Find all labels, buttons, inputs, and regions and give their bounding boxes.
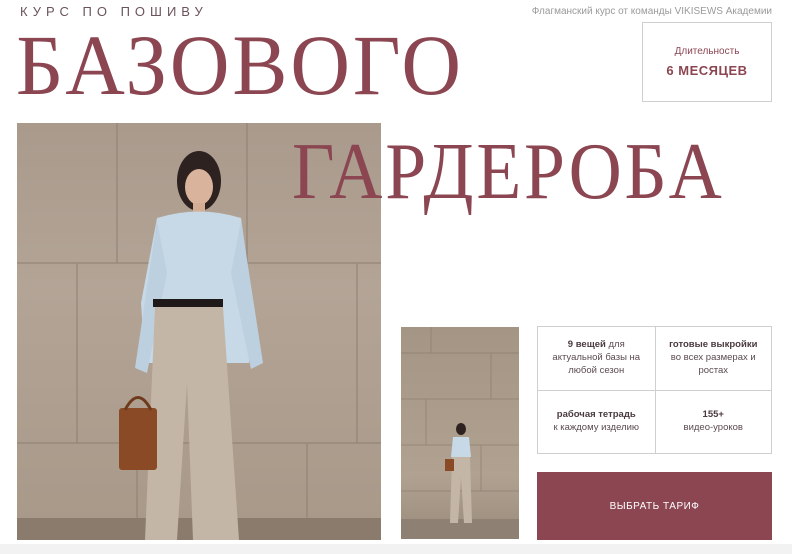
duration-label: Длительность — [674, 46, 740, 57]
feature-items-count-inline: для — [605, 339, 625, 351]
hero-title-line1: БАЗОВОГО — [16, 17, 464, 113]
feature-items-count-heading: 9 вещей для — [568, 339, 625, 352]
secondary-photo-model — [401, 327, 519, 539]
feature-items-count-text: актуальной базы на любой сезон — [552, 352, 641, 376]
feature-workbook-bold: рабочая тетрадь — [556, 409, 636, 421]
course-tagline: Флагманский курс от команды VIKISEWS Ака… — [531, 6, 772, 17]
hero-title-line2: ГАРДЕРОБА — [292, 128, 725, 216]
duration-box: Длительность 6 МЕСЯЦЕВ — [642, 22, 772, 102]
feature-video-lessons-text: видео-уроков — [683, 422, 743, 433]
feature-patterns-text: во всех размерах и ростах — [670, 352, 756, 376]
feature-video-lessons-bold: 155+ — [702, 409, 724, 421]
horizontal-scrollbar[interactable] — [0, 544, 792, 554]
feature-workbook-text: к каждому изделию — [553, 422, 640, 433]
secondary-photo-illustration — [401, 327, 519, 539]
choose-plan-button[interactable]: ВЫБРАТЬ ТАРИФ — [537, 472, 772, 540]
feature-patterns-bold: готовые выкройки — [669, 339, 758, 351]
feature-patterns: готовые выкройки во всех размерах и рост… — [654, 327, 772, 390]
course-features-grid: 9 вещей для актуальной базы на любой сез… — [537, 326, 772, 454]
duration-value: 6 МЕСЯЦЕВ — [666, 63, 748, 78]
feature-items-count: 9 вещей для актуальной базы на любой сез… — [538, 327, 655, 390]
feature-items-count-bold: 9 вещей — [567, 339, 606, 351]
feature-video-lessons: 155+ видео-уроков — [654, 390, 771, 453]
feature-workbook: рабочая тетрадь к каждому изделию — [538, 390, 655, 453]
